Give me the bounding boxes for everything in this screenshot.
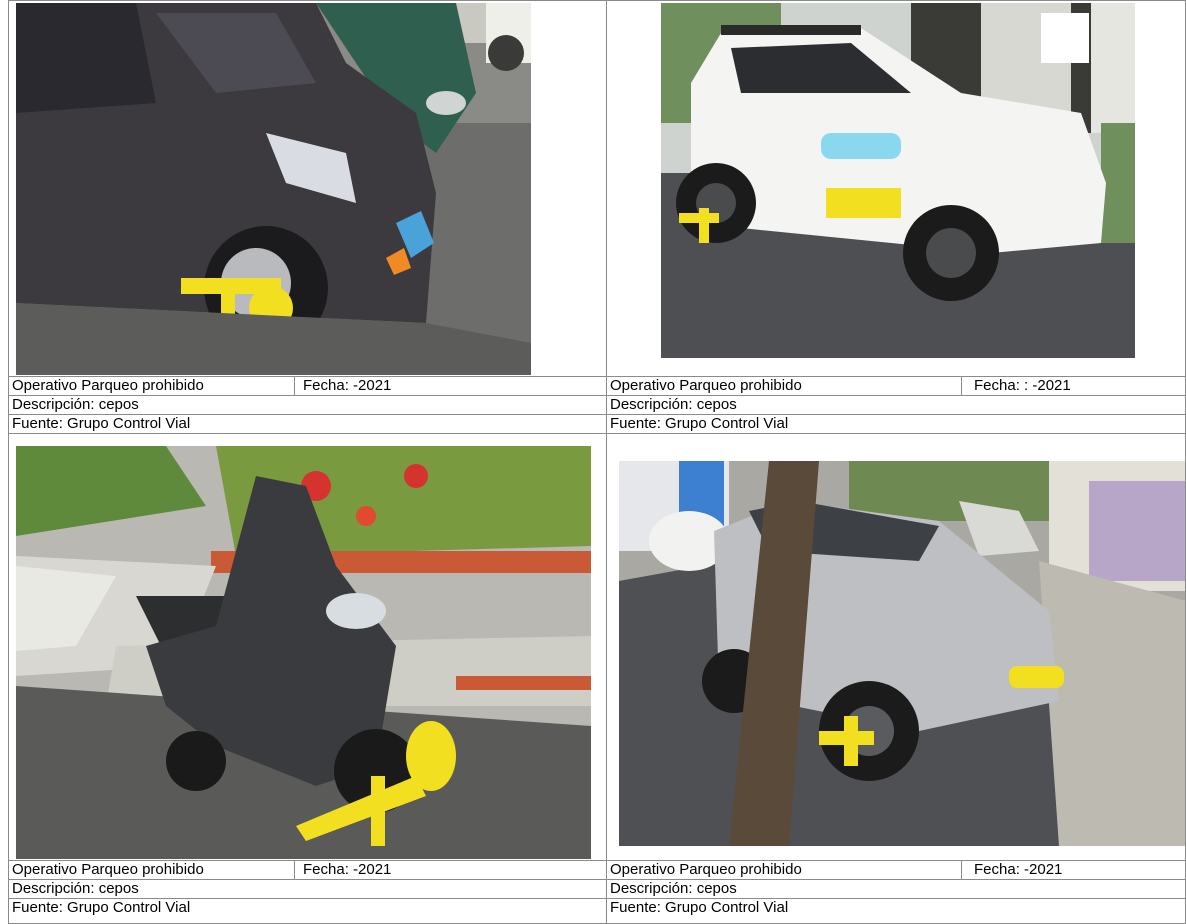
photo-1 [16,3,531,375]
operativo-text: Operativo Parqueo prohibido [610,861,802,878]
descripcion-text: Descripción: cepos [12,880,139,897]
fuente-text: Fuente: Grupo Control Vial [610,899,789,916]
photo-2 [661,3,1135,358]
operativo-text: Operativo Parqueo prohibido [12,861,204,878]
clamped-suv-image [661,3,1135,358]
clamped-scooter-image [16,446,591,859]
caption-fuente-4: Fuente: Grupo Control Vial [606,898,1186,924]
caption-operativo-4: Operativo Parqueo prohibido [606,860,962,880]
operativo-text: Operativo Parqueo prohibido [12,377,204,394]
clamped-hatchback-image [16,3,531,375]
caption-descripcion-1: Descripción: cepos [8,395,607,415]
fecha-text: Fecha: -2021 [974,861,1063,878]
descripcion-text: Descripción: cepos [610,880,737,897]
caption-descripcion-3: Descripción: cepos [8,879,607,899]
caption-operativo-3: Operativo Parqueo prohibido [8,860,295,880]
evidence-table: Operativo Parqueo prohibido Fecha: -2021… [8,0,1186,924]
photo-4 [619,461,1185,846]
clamped-crossover-image [619,461,1185,846]
caption-descripcion-4: Descripción: cepos [606,879,1186,899]
caption-fuente-3: Fuente: Grupo Control Vial [8,898,607,924]
caption-fuente-2: Fuente: Grupo Control Vial [606,414,1186,434]
photo-cell-2 [606,0,1186,377]
fecha-text: Fecha: -2021 [303,377,392,394]
descripcion-text: Descripción: cepos [12,396,139,413]
descripcion-text: Descripción: cepos [610,396,737,413]
caption-fecha-4: Fecha: -2021 [961,860,1186,880]
photo-cell-1 [8,0,607,377]
photo-3 [16,446,591,859]
operativo-text: Operativo Parqueo prohibido [610,377,802,394]
photo-cell-3 [8,433,607,861]
caption-operativo-2: Operativo Parqueo prohibido [606,376,962,396]
fuente-text: Fuente: Grupo Control Vial [12,899,191,916]
caption-fecha-1: Fecha: -2021 [294,376,607,396]
caption-fuente-1: Fuente: Grupo Control Vial [8,414,607,434]
fuente-text: Fuente: Grupo Control Vial [12,415,191,432]
fecha-text: Fecha: : -2021 [974,377,1071,394]
fecha-text: Fecha: -2021 [303,861,392,878]
caption-operativo-1: Operativo Parqueo prohibido [8,376,295,396]
caption-fecha-2: Fecha: : -2021 [961,376,1186,396]
caption-fecha-3: Fecha: -2021 [294,860,607,880]
fuente-text: Fuente: Grupo Control Vial [610,415,789,432]
photo-cell-4 [606,433,1186,861]
caption-descripcion-2: Descripción: cepos [606,395,1186,415]
